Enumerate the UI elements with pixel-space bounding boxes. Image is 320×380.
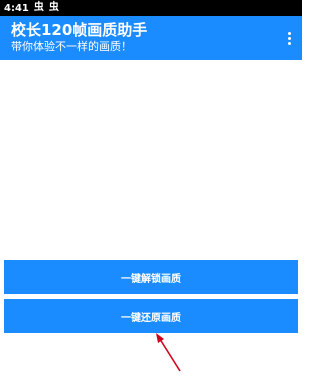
- more-vert-icon-dot: [287, 36, 291, 40]
- app-subtitle: 带你体验不一样的画质！: [11, 40, 132, 53]
- annotation-arrow-head: [156, 333, 164, 343]
- app-bar: 校长120帧画质助手 带你体验不一样的画质！: [0, 16, 302, 60]
- more-vert-icon-dot: [287, 41, 291, 45]
- annotation-arrow-line: [157, 335, 181, 372]
- app-title: 校长120帧画质助手: [11, 21, 148, 39]
- more-vert-icon: [287, 31, 291, 35]
- status-bar: 4:41 虫 虫: [0, 0, 302, 16]
- bug-icon: 虫: [33, 2, 44, 13]
- status-time: 4:41: [4, 2, 29, 14]
- restore-quality-button[interactable]: 一键还原画质: [4, 299, 298, 333]
- overflow-menu-button[interactable]: [282, 28, 296, 48]
- bug-icon: 虫: [48, 2, 59, 13]
- unlock-quality-button[interactable]: 一键解锁画质: [4, 260, 298, 294]
